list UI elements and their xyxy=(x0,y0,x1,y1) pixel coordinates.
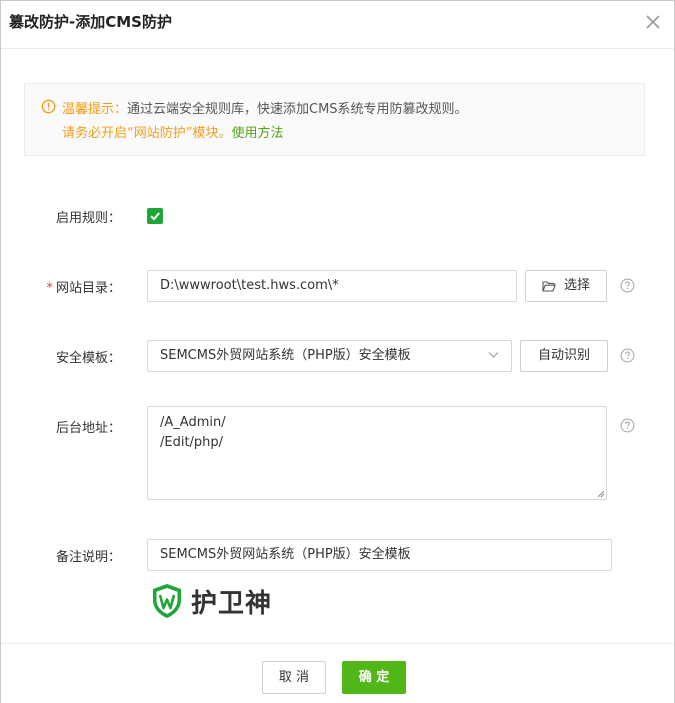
dialog: 篡改防护-添加CMS防护 温馨提示：通过云端安全规则库，快速添加CMS系统专用防… xyxy=(0,0,675,703)
tip-text: 温馨提示：通过云端安全规则库，快速添加CMS系统专用防篡改规则。 xyxy=(62,98,468,117)
tip-warning: 请务必开启“网站防护”模块。 xyxy=(62,126,232,141)
info-circle-icon xyxy=(41,99,56,114)
admin-path-textarea[interactable]: /A_Admin/ /Edit/php/ xyxy=(147,406,607,500)
required-mark: * xyxy=(46,281,53,296)
brand-name: 护卫神 xyxy=(191,589,273,619)
ok-button[interactable]: 确 定 xyxy=(342,661,406,694)
help-icon[interactable] xyxy=(620,418,635,433)
site-dir-label: * 网站目录： xyxy=(21,277,121,296)
choose-button[interactable]: 选择 xyxy=(525,270,607,302)
close-icon[interactable] xyxy=(642,11,664,33)
shield-w-icon xyxy=(153,584,181,618)
tip-box: 温馨提示：通过云端安全规则库，快速添加CMS系统专用防篡改规则。 请务必开启“网… xyxy=(24,83,645,156)
tip-lead: 温馨提示： xyxy=(62,102,128,117)
choose-label: 选择 xyxy=(563,278,590,293)
template-label: 安全模板： xyxy=(55,351,121,366)
enable-checkbox[interactable] xyxy=(147,208,163,224)
admin-path-line: /A_Admin/ xyxy=(160,415,226,430)
tip-message: 通过云端安全规则库，快速添加CMS系统专用防篡改规则。 xyxy=(127,102,468,117)
enable-label: 启用规则： xyxy=(55,211,121,226)
note-input[interactable]: SEMCMS外贸网站系统（PHP版）安全模板 xyxy=(147,539,612,571)
note-label: 备注说明： xyxy=(55,550,121,565)
admin-path-label: 后台地址： xyxy=(55,421,121,436)
cancel-button[interactable]: 取 消 xyxy=(262,661,326,694)
site-dir-input[interactable]: D:\wwwroot\test.hws.com\* xyxy=(147,270,517,302)
admin-path-line: /Edit/php/ xyxy=(160,435,224,450)
dialog-title: 篡改防护-添加CMS防护 xyxy=(9,13,172,31)
brand-logo: 护卫神 xyxy=(151,581,291,621)
template-select[interactable]: SEMCMS外贸网站系统（PHP版）安全模板 xyxy=(147,340,512,372)
tip-text-2: 请务必开启“网站防护”模块。使用方法 xyxy=(62,122,284,141)
auto-detect-button[interactable]: 自动识别 xyxy=(520,340,608,372)
help-icon[interactable] xyxy=(620,278,635,293)
help-icon[interactable] xyxy=(620,348,635,363)
check-icon xyxy=(150,212,160,221)
folder-open-icon xyxy=(542,280,556,292)
resize-handle-icon[interactable] xyxy=(596,489,605,498)
dialog-footer: 取 消 确 定 xyxy=(1,643,674,703)
chevron-down-icon xyxy=(488,352,499,358)
dialog-header: 篡改防护-添加CMS防护 xyxy=(1,1,674,49)
usage-link[interactable]: 使用方法 xyxy=(231,126,283,141)
site-dir-label-text: 网站目录： xyxy=(55,281,121,296)
template-select-value: SEMCMS外贸网站系统（PHP版）安全模板 xyxy=(160,348,411,363)
